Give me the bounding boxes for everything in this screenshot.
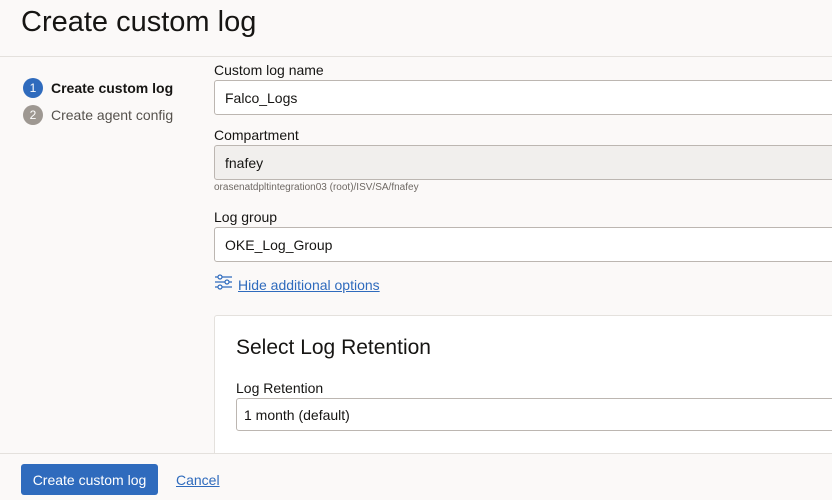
compartment-path-help: orasenatdpltintegration03 (root)/ISV/SA/… xyxy=(214,182,419,193)
page-title: Create custom log xyxy=(21,6,257,38)
hide-additional-options-label: Hide additional options xyxy=(238,276,380,293)
step-number-badge: 2 xyxy=(23,105,43,125)
log-retention-label: Log Retention xyxy=(236,380,324,396)
log-retention-select[interactable]: 1 month (default) xyxy=(236,398,832,431)
compartment-select[interactable]: fnafey xyxy=(214,145,832,180)
form-panel: Custom log name Falco_Logs Compartment f… xyxy=(203,57,832,453)
create-custom-log-button[interactable]: Create custom log xyxy=(21,464,158,495)
custom-log-name-input[interactable]: Falco_Logs xyxy=(214,80,832,115)
step-number-badge: 1 xyxy=(23,78,43,98)
page-header: Create custom log xyxy=(0,0,832,57)
log-retention-heading: Select Log Retention xyxy=(236,336,431,359)
step-create-custom-log[interactable]: 1 Create custom log xyxy=(23,78,173,98)
cancel-link[interactable]: Cancel xyxy=(176,472,220,488)
custom-log-name-label: Custom log name xyxy=(214,62,324,78)
steps-sidebar: 1 Create custom log 2 Create agent confi… xyxy=(0,57,203,453)
sliders-icon xyxy=(214,273,233,296)
step-create-agent-config[interactable]: 2 Create agent config xyxy=(23,105,173,125)
footer-actions: Create custom log Cancel xyxy=(0,453,832,500)
step-label: Create custom log xyxy=(51,80,174,96)
hide-additional-options-link[interactable]: Hide additional options xyxy=(214,273,380,296)
compartment-label: Compartment xyxy=(214,127,299,143)
log-group-label: Log group xyxy=(214,209,278,225)
log-group-select[interactable]: OKE_Log_Group xyxy=(214,227,832,262)
step-label: Create agent config xyxy=(51,107,174,123)
log-retention-card: Select Log Retention Log Retention 1 mon… xyxy=(214,315,832,453)
